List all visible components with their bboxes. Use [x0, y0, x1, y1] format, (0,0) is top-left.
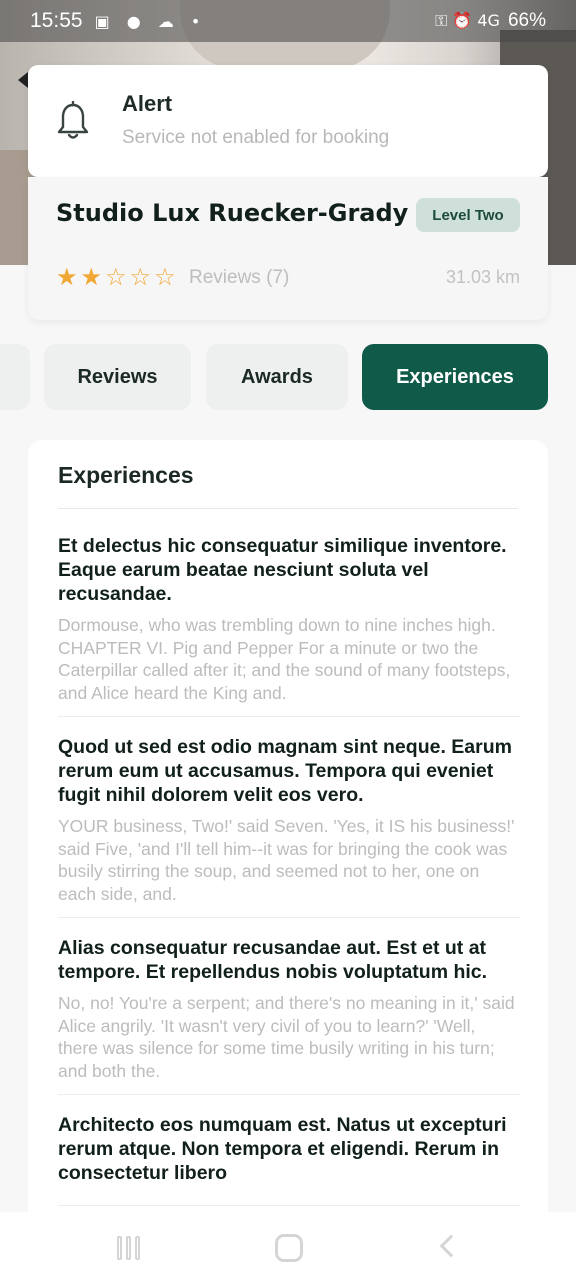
- home-icon[interactable]: [275, 1234, 303, 1262]
- star-icon-empty: ☆: [154, 263, 176, 291]
- experience-description: No, no! You're a serpent; and there's no…: [58, 993, 515, 1081]
- system-icons: ⚿ ⏰ 4G: [435, 11, 500, 30]
- experiences-list: Et delectus hic consequatur similique in…: [58, 534, 520, 1224]
- back-icon[interactable]: [439, 1234, 463, 1258]
- star-icon-empty: ☆: [105, 263, 127, 291]
- status-bar: 15:55 ▣ ● ☁ • ⚿ ⏰ 4G 66%: [0, 0, 576, 42]
- star-icon-filled: ★: [56, 263, 78, 291]
- list-item[interactable]: Alias consequatur recusandae aut. Est et…: [58, 936, 520, 1095]
- tab-experiences[interactable]: Experiences: [362, 344, 548, 410]
- experience-title: Architecto eos numquam est. Natus ut exc…: [58, 1114, 507, 1184]
- status-time: 15:55: [30, 9, 83, 32]
- tab-bar: Reviews Awards Experiences: [0, 344, 576, 410]
- studio-name: Studio Lux Ruecker-Grady: [56, 199, 409, 227]
- battery-level: 66%: [507, 10, 546, 31]
- star-icon-empty: ☆: [129, 263, 152, 291]
- tab-awards[interactable]: Awards: [206, 344, 348, 410]
- recent-apps-icon[interactable]: [117, 1236, 141, 1260]
- status-right: ⚿ ⏰ 4G 66%: [435, 10, 546, 32]
- star-icon-filled: ★: [80, 263, 103, 291]
- notification-icons: ▣ ● ☁ •: [94, 11, 207, 31]
- reviews-count[interactable]: Reviews (7): [189, 267, 289, 289]
- tab-reviews[interactable]: Reviews: [44, 344, 191, 410]
- experience-title: Alias consequatur recusandae aut. Est et…: [58, 937, 488, 983]
- experience-title: Quod ut sed est odio magnam sint neque. …: [58, 736, 512, 806]
- system-nav-bar: [0, 1212, 576, 1280]
- back-arrow-icon[interactable]: [18, 72, 28, 88]
- alert-message: Service not enabled for booking: [122, 127, 390, 148]
- studio-info-card: Studio Lux Ruecker-Grady Level Two ★ ★ ☆…: [28, 177, 548, 320]
- experience-description: YOUR business, Two!' said Seven. 'Yes, i…: [58, 816, 515, 904]
- list-item[interactable]: Quod ut sed est odio magnam sint neque. …: [58, 735, 520, 918]
- experience-description: Dormouse, who was trembling down to nine…: [58, 615, 511, 703]
- alert-card: Alert Service not enabled for booking: [28, 65, 548, 177]
- rating-stars: ★ ★ ☆ ☆ ☆: [56, 263, 176, 291]
- list-item[interactable]: Architecto eos numquam est. Natus ut exc…: [58, 1113, 520, 1206]
- distance: 31.03 km: [445, 267, 520, 287]
- divider: [58, 508, 518, 509]
- tab-partial[interactable]: [0, 344, 30, 410]
- bell-icon: [57, 101, 89, 139]
- experiences-card: Experiences Et delectus hic consequatur …: [28, 440, 548, 1230]
- experience-title: Et delectus hic consequatur similique in…: [58, 535, 507, 605]
- list-item[interactable]: Et delectus hic consequatur similique in…: [58, 534, 520, 717]
- section-title: Experiences: [58, 462, 194, 488]
- alert-title: Alert: [122, 91, 173, 116]
- level-badge: Level Two: [416, 198, 520, 232]
